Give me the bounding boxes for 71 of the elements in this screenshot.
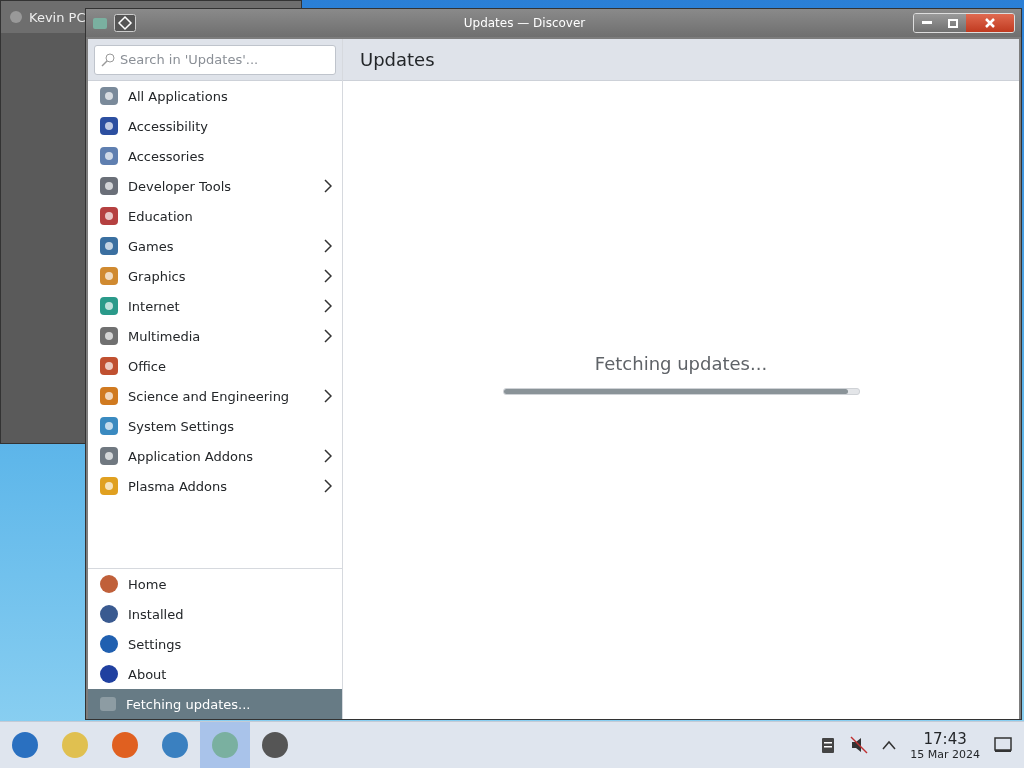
app-icon: [98, 603, 120, 625]
category-item[interactable]: Developer Tools: [88, 171, 342, 201]
category-item[interactable]: Multimedia: [88, 321, 342, 351]
status-message: Fetching updates...: [594, 353, 768, 374]
category-item[interactable]: Games: [88, 231, 342, 261]
app-icon: [98, 115, 120, 137]
window-title: Updates — Discover: [462, 16, 587, 30]
app-icon: [160, 730, 190, 760]
app-icon: [98, 355, 120, 377]
chevron-right-icon: [324, 269, 332, 283]
muted-speaker-icon[interactable]: [850, 736, 869, 754]
app-icon: [98, 145, 120, 167]
page-title: Updates: [360, 49, 435, 70]
category-item[interactable]: Graphics: [88, 261, 342, 291]
category-item[interactable]: System Settings: [88, 411, 342, 441]
app-icon: [98, 295, 120, 317]
minimize-button[interactable]: [914, 14, 940, 32]
category-item[interactable]: Accessibility: [88, 111, 342, 141]
chevron-right-icon: [324, 479, 332, 493]
close-icon: [985, 18, 995, 28]
navigation-item[interactable]: Home: [88, 569, 342, 599]
category-item[interactable]: Internet: [88, 291, 342, 321]
app-icon: [92, 15, 108, 31]
chevron-right-icon: [324, 449, 332, 463]
diamond-icon[interactable]: [114, 14, 136, 32]
app-icon: [98, 694, 118, 714]
search-icon: [101, 52, 115, 67]
app-icon: [98, 325, 120, 347]
app-icon: [10, 730, 40, 760]
category-item[interactable]: Accessories: [88, 141, 342, 171]
app-icon: [110, 730, 140, 760]
app-icon: [98, 205, 120, 227]
close-button[interactable]: [966, 14, 1014, 32]
category-item[interactable]: Science and Engineering: [88, 381, 342, 411]
app-icon: [98, 175, 120, 197]
clock[interactable]: 17:43 15 Mar 2024: [910, 729, 980, 761]
category-item[interactable]: Office: [88, 351, 342, 381]
status-item[interactable]: Fetching updates...: [88, 689, 342, 719]
category-item[interactable]: Education: [88, 201, 342, 231]
chevron-right-icon: [324, 329, 332, 343]
chevron-up-icon[interactable]: [882, 740, 897, 750]
window-title: Kevin PC: [29, 9, 86, 25]
category-item[interactable]: Plasma Addons: [88, 471, 342, 501]
app-icon: [98, 573, 120, 595]
show-desktop-icon[interactable]: [994, 737, 1012, 753]
app-icon: [98, 265, 120, 287]
app-icon: [98, 445, 120, 467]
app-icon: [98, 415, 120, 437]
clipboard-icon[interactable]: [820, 736, 837, 754]
app-icon: [98, 235, 120, 257]
navigation-item[interactable]: Settings: [88, 629, 342, 659]
category-item[interactable]: All Applications: [88, 81, 342, 111]
maximize-icon: [948, 18, 958, 28]
chevron-right-icon: [324, 239, 332, 253]
app-icon: [210, 730, 240, 760]
app-icon: [98, 85, 120, 107]
chevron-right-icon: [324, 299, 332, 313]
app-icon: [260, 730, 290, 760]
minimize-icon: [922, 21, 932, 25]
navigation-item[interactable]: Installed: [88, 599, 342, 629]
app-icon: [98, 663, 120, 685]
app-icon: [98, 385, 120, 407]
app-icon: [60, 730, 90, 760]
app-icon: [98, 633, 120, 655]
app-icon: [9, 10, 23, 24]
chevron-right-icon: [324, 389, 332, 403]
navigation-item[interactable]: About: [88, 659, 342, 689]
chevron-right-icon: [324, 179, 332, 193]
category-item[interactable]: Application Addons: [88, 441, 342, 471]
search-field[interactable]: Search in 'Updates'...: [94, 44, 336, 75]
app-icon: [98, 475, 120, 497]
